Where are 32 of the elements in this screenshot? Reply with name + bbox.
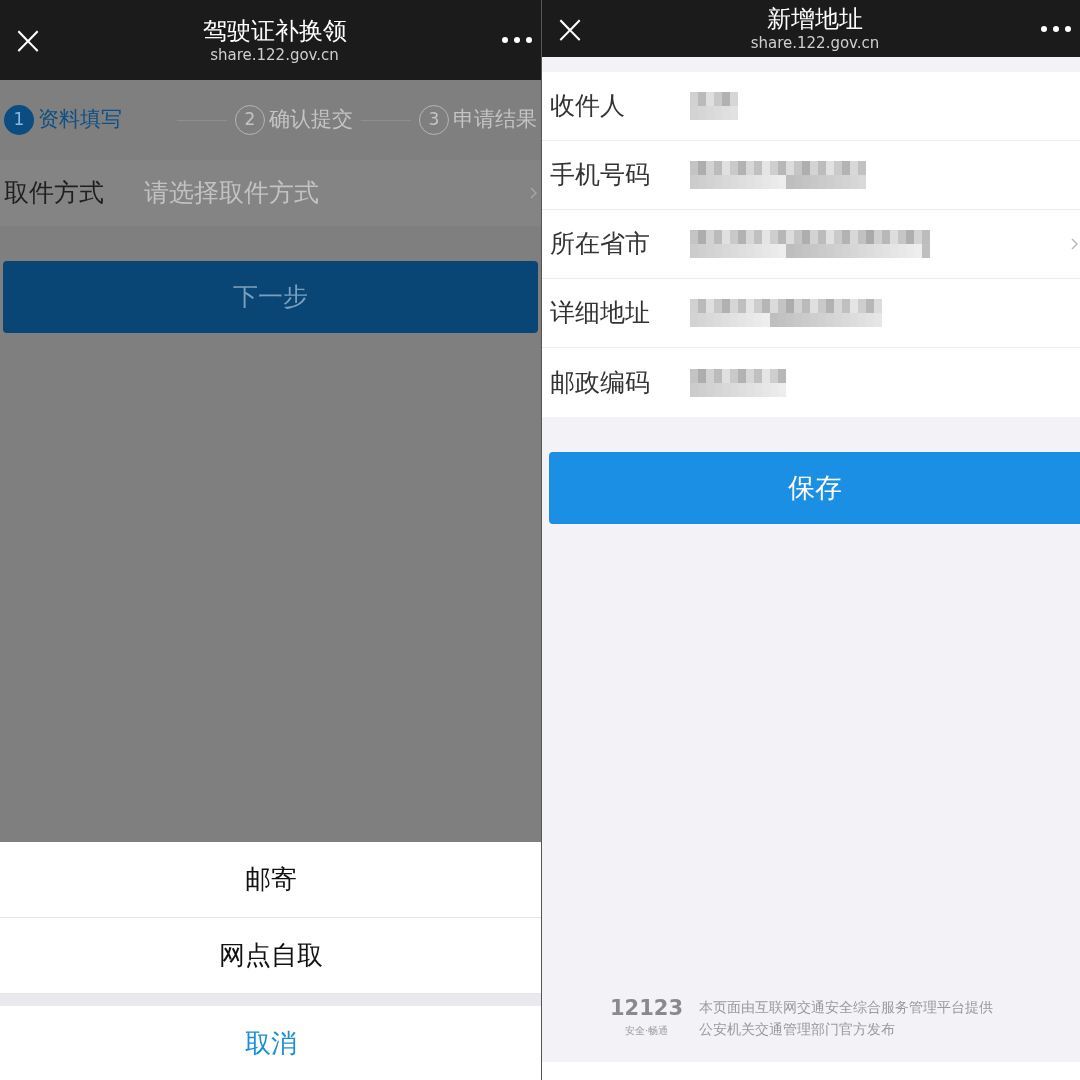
footer-text: 本页面由互联网交通安全综合服务管理平台提供 bbox=[699, 998, 994, 1017]
more-icon[interactable] bbox=[501, 36, 533, 44]
redacted-value bbox=[690, 92, 738, 120]
form-label: 详细地址 bbox=[550, 297, 651, 330]
form-row[interactable]: 所在省市 bbox=[542, 210, 1080, 279]
form-label: 收件人 bbox=[550, 90, 626, 123]
form-row[interactable]: 手机号码 bbox=[542, 141, 1080, 210]
pickup-field[interactable]: 取件方式 请选择取件方式 bbox=[0, 160, 541, 226]
next-button[interactable]: 下一步 bbox=[3, 261, 538, 333]
footer-text: 公安机关交通管理部门官方发布 bbox=[699, 1020, 897, 1039]
form-label: 手机号码 bbox=[550, 159, 651, 192]
nav-title: 新增地址 bbox=[767, 4, 863, 35]
close-button[interactable]: × bbox=[8, 20, 48, 60]
form-row[interactable]: 详细地址 bbox=[542, 279, 1080, 348]
chevron-icon bbox=[1071, 238, 1078, 250]
form-row[interactable]: 邮政编码 bbox=[542, 348, 1080, 417]
field-placeholder: 请选择取件方式 bbox=[144, 177, 320, 210]
logo-slogan: 安全·畅通 bbox=[624, 1024, 669, 1038]
more-icon[interactable] bbox=[1040, 24, 1072, 33]
nav-url: share.122.gov.cn bbox=[750, 34, 880, 53]
cancel-button[interactable]: 取消 bbox=[0, 1006, 541, 1080]
form-row[interactable]: 收件人 bbox=[542, 72, 1080, 141]
chevron-icon bbox=[530, 187, 537, 199]
form-label: 所在省市 bbox=[550, 228, 651, 261]
sheet-option[interactable]: 网点自取 bbox=[0, 918, 541, 994]
nav-url: share.122.gov.cn bbox=[210, 45, 339, 65]
nav-title: 驾驶证补换领 bbox=[202, 15, 347, 46]
form-label: 邮政编码 bbox=[550, 366, 651, 399]
sheet-option[interactable]: 邮寄 bbox=[0, 842, 541, 918]
field-label: 取件方式 bbox=[4, 177, 105, 210]
logo-number: 12123 bbox=[610, 998, 684, 1019]
close-button[interactable]: × bbox=[550, 8, 590, 49]
